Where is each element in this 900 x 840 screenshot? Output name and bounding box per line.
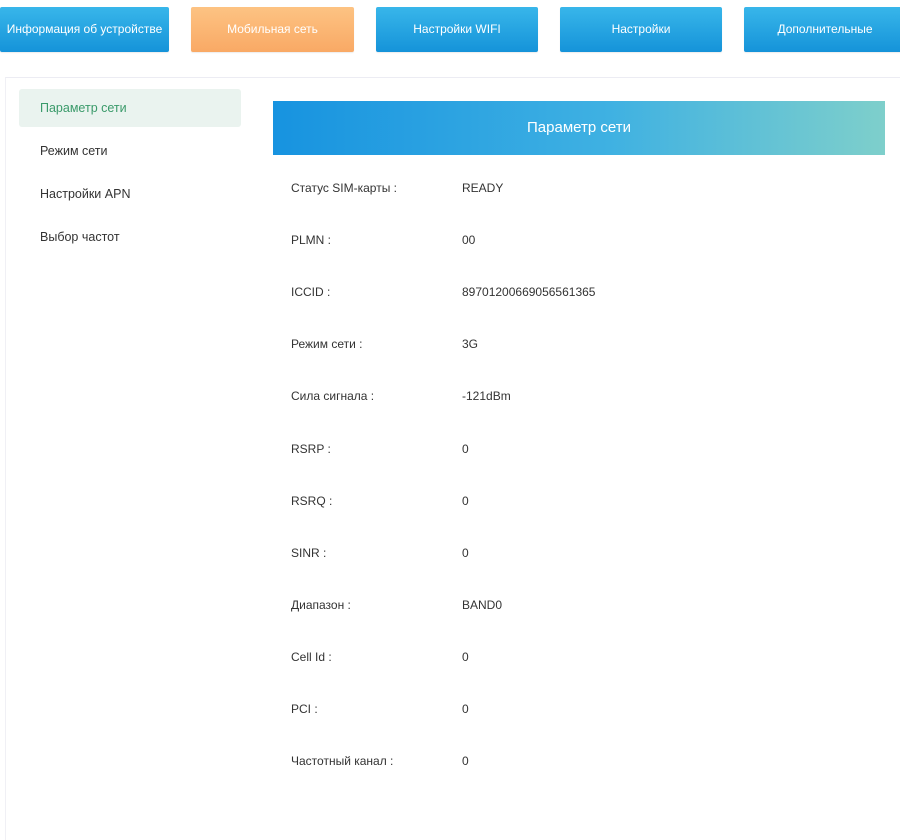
row-signal-strength: Сила сигнала : -121dBm <box>291 370 885 422</box>
network-parameters-list: Статус SIM-карты : READY PLMN : 00 ICCID… <box>291 162 885 787</box>
field-label: Режим сети : <box>291 337 363 352</box>
field-value: -121dBm <box>462 389 511 404</box>
row-frequency-channel: Частотный канал : 0 <box>291 735 885 787</box>
panel-title: Параметр сети <box>273 101 885 155</box>
field-label: RSRQ : <box>291 493 333 508</box>
field-label: PLMN : <box>291 233 332 248</box>
field-value: 0 <box>462 649 469 664</box>
row-rsrp: RSRP : 0 <box>291 422 885 474</box>
sidebar-item-network-mode[interactable]: Режим сети <box>19 132 241 170</box>
sidebar-item-apn-settings[interactable]: Настройки APN <box>19 175 241 213</box>
field-label: Частотный канал : <box>291 754 394 769</box>
tab-device-info[interactable]: Информация об устройстве <box>0 7 169 52</box>
field-value: READY <box>462 181 504 196</box>
field-label: Сила сигнала : <box>291 389 375 404</box>
field-label: Cell Id : <box>291 649 332 664</box>
tab-wifi-settings[interactable]: Настройки WIFI <box>376 7 538 52</box>
row-rsrq: RSRQ : 0 <box>291 475 885 527</box>
field-value: BAND0 <box>462 597 503 612</box>
field-value: 0 <box>462 754 469 769</box>
top-navigation: Информация об устройстве Мобильная сеть … <box>0 0 900 62</box>
field-label: PCI : <box>291 701 318 716</box>
row-sim-status: Статус SIM-карты : READY <box>291 162 885 214</box>
row-band: Диапазон : BAND0 <box>291 579 885 631</box>
field-label: RSRP : <box>291 441 331 456</box>
sidebar: Параметр сети Режим сети Настройки APN В… <box>19 89 241 261</box>
row-sinr: SINR : 0 <box>291 527 885 579</box>
tab-mobile-network[interactable]: Мобильная сеть <box>191 7 354 52</box>
field-label: ICCID : <box>291 285 331 300</box>
tab-settings[interactable]: Настройки <box>560 7 722 52</box>
field-label: Статус SIM-карты : <box>291 181 397 196</box>
row-plmn: PLMN : 00 <box>291 214 885 266</box>
field-value: 89701200669056561365 <box>462 285 596 300</box>
row-iccid: ICCID : 89701200669056561365 <box>291 266 885 318</box>
field-value: 0 <box>462 441 469 456</box>
field-value: 0 <box>462 493 469 508</box>
field-value: 3G <box>462 337 479 352</box>
sidebar-item-network-parameters[interactable]: Параметр сети <box>19 89 241 127</box>
field-label: Диапазон : <box>291 597 351 612</box>
row-cell-id: Cell Id : 0 <box>291 631 885 683</box>
row-pci: PCI : 0 <box>291 683 885 735</box>
row-network-mode: Режим сети : 3G <box>291 318 885 370</box>
tab-advanced[interactable]: Дополнительные <box>744 7 900 52</box>
sidebar-item-band-selection[interactable]: Выбор частот <box>19 218 241 256</box>
field-value: 0 <box>462 545 469 560</box>
field-value: 0 <box>462 701 469 716</box>
field-label: SINR : <box>291 545 327 560</box>
field-value: 00 <box>462 233 476 248</box>
